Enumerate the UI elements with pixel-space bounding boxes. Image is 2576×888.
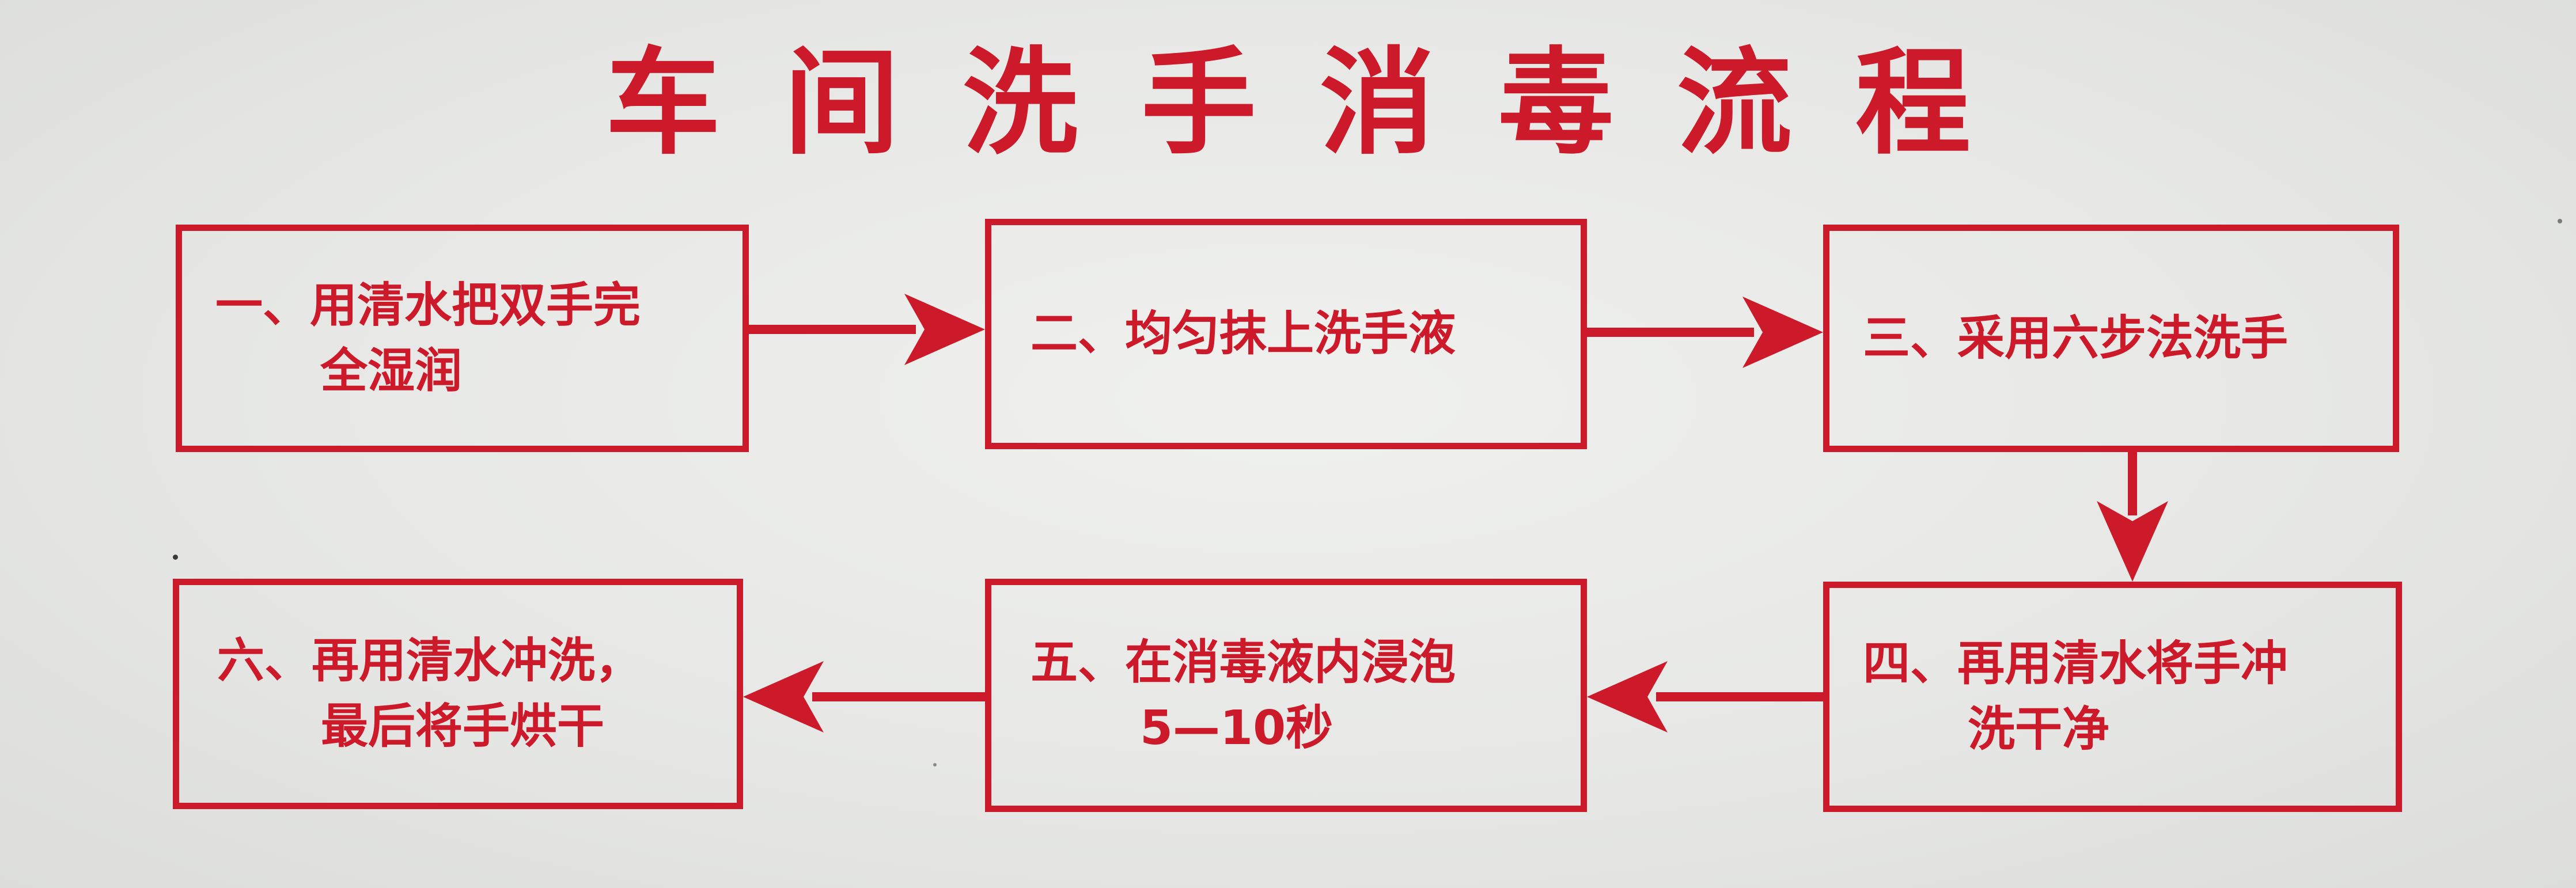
flow-arrows — [743, 294, 2168, 733]
arrow-step2-to-step3 — [1587, 297, 1823, 368]
arrow-step4-to-step5 — [1587, 661, 1823, 733]
dirt-speck — [933, 763, 937, 766]
dirt-speck — [173, 555, 178, 560]
arrow-step1-to-step2 — [749, 294, 985, 365]
sign-board: 车间洗手消毒流程 一、用清水把双手完 全湿润 二、均匀抹上洗手液 三、采用六步法… — [0, 0, 2576, 888]
arrow-step3-to-step4 — [2097, 452, 2168, 582]
arrow-step5-to-step6 — [743, 661, 985, 733]
dirt-speck — [2558, 219, 2562, 223]
